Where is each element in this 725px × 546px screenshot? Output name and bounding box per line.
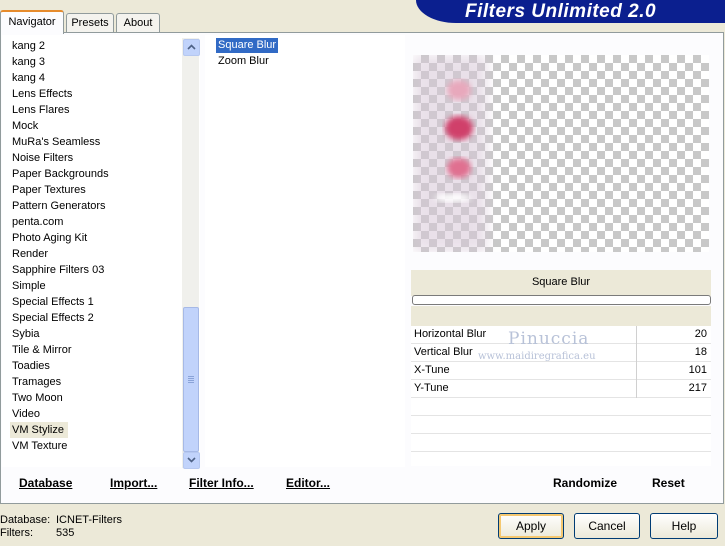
scroll-thumb[interactable] [183, 307, 199, 452]
scroll-up-button[interactable] [183, 39, 200, 56]
watermark-name: Pinuccia [508, 329, 590, 349]
category-item[interactable]: Pattern Generators [12, 198, 106, 214]
category-list[interactable]: kang 2 kang 3 kang 4 Lens Effects Lens Flare… [2, 35, 200, 467]
category-item[interactable]: Photo Aging Kit [12, 230, 87, 246]
param-row-x-tune[interactable]: X-Tune 101 [411, 362, 711, 380]
param-row-empty [411, 452, 711, 466]
apply-button[interactable]: Apply [498, 513, 564, 539]
editor-link[interactable]: Editor... [286, 476, 330, 490]
tab-navigator[interactable]: Navigator [0, 10, 64, 34]
category-item[interactable]: Lens Flares [12, 102, 69, 118]
category-item[interactable]: VM Texture [12, 438, 67, 454]
category-item[interactable]: Special Effects 1 [12, 294, 94, 310]
preview-image [413, 55, 709, 252]
category-item[interactable]: Lens Effects [12, 86, 72, 102]
category-item[interactable]: MuRa's Seamless [12, 134, 100, 150]
cancel-button[interactable]: Cancel [574, 513, 640, 539]
param-name: X-Tune [414, 364, 450, 376]
category-item[interactable]: Paper Textures [12, 182, 86, 198]
preview-filter-name: Square Blur [531, 276, 591, 288]
param-value: 18 [694, 346, 707, 358]
filter-list[interactable]: Square Blur Zoom Blur [205, 35, 405, 467]
param-row-empty [411, 398, 711, 416]
filter-info-link[interactable]: Filter Info... [189, 476, 254, 490]
category-item[interactable]: Video [12, 406, 40, 422]
param-row-y-tune[interactable]: Y-Tune 217 [411, 380, 711, 398]
category-item[interactable]: Special Effects 2 [12, 310, 94, 326]
filters-count: 535 [56, 527, 75, 539]
filter-item[interactable]: Square Blur [216, 38, 279, 53]
category-item[interactable]: Mock [12, 118, 38, 134]
category-item[interactable]: Noise Filters [12, 150, 73, 166]
category-item[interactable]: Tramages [12, 374, 61, 390]
category-item[interactable]: penta.com [12, 214, 63, 230]
spacer-bar [411, 306, 711, 326]
category-item[interactable]: Simple [12, 278, 46, 294]
tab-about[interactable]: About [116, 13, 160, 32]
param-name: Vertical Blur [414, 346, 473, 358]
category-item[interactable]: Tile & Mirror [12, 342, 71, 358]
filters-label: Filters: [0, 527, 33, 539]
randomize-button[interactable]: Randomize [553, 476, 617, 490]
database-label: Database: [0, 514, 51, 526]
category-item[interactable]: kang 3 [12, 54, 45, 70]
category-item[interactable]: Two Moon [12, 390, 63, 406]
scroll-down-button[interactable] [183, 452, 200, 469]
category-item[interactable]: kang 4 [12, 70, 45, 86]
category-item[interactable]: Sapphire Filters 03 [12, 262, 104, 278]
database-link[interactable]: Database [19, 476, 72, 490]
database-value: ICNET-Filters [56, 514, 122, 526]
reset-button[interactable]: Reset [652, 476, 685, 490]
param-divider [636, 326, 637, 398]
category-item[interactable]: Paper Backgrounds [12, 166, 109, 182]
chevron-down-icon [187, 457, 196, 463]
param-name: Y-Tune [414, 382, 449, 394]
param-value: 217 [688, 382, 707, 394]
help-button[interactable]: Help [650, 513, 718, 539]
category-item[interactable]: Sybia [12, 326, 40, 342]
filter-item[interactable]: Zoom Blur [216, 54, 271, 69]
category-item[interactable]: Render [12, 246, 48, 262]
param-row-empty [411, 434, 711, 452]
chevron-up-icon [187, 44, 196, 50]
progress-bar [412, 295, 711, 305]
import-link[interactable]: Import... [110, 476, 157, 490]
param-value: 20 [694, 328, 707, 340]
param-value: 101 [688, 364, 707, 376]
category-item[interactable]: VM Stylize [10, 422, 68, 438]
banner-title: Filters Unlimited 2.0 [465, 1, 657, 22]
param-row-empty [411, 416, 711, 434]
category-item[interactable]: Toadies [12, 358, 50, 374]
watermark-url: www.maidiregrafica.eu [478, 351, 596, 362]
category-item[interactable]: kang 2 [12, 38, 45, 54]
param-name: Horizontal Blur [414, 328, 487, 340]
tab-presets[interactable]: Presets [66, 13, 114, 32]
